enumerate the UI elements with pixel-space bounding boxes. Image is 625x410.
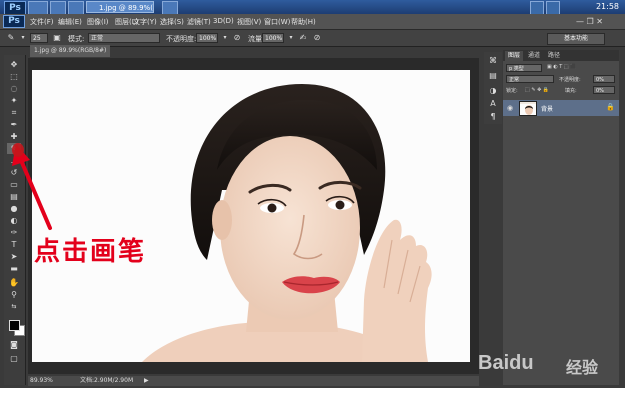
annotation-text: 点击画笔 (34, 237, 147, 267)
baidu-jingyan-text: 经验 (566, 358, 599, 377)
baidu-watermark: Baidu 经验 (478, 352, 608, 377)
photoshop-window: Ps 1.jpg @ 89.9%(R... 21:58 Ps 文件(F) 编辑(… (0, 0, 625, 388)
annotation-arrow (12, 143, 52, 230)
baidu-logo-text: Baidu (478, 352, 534, 374)
